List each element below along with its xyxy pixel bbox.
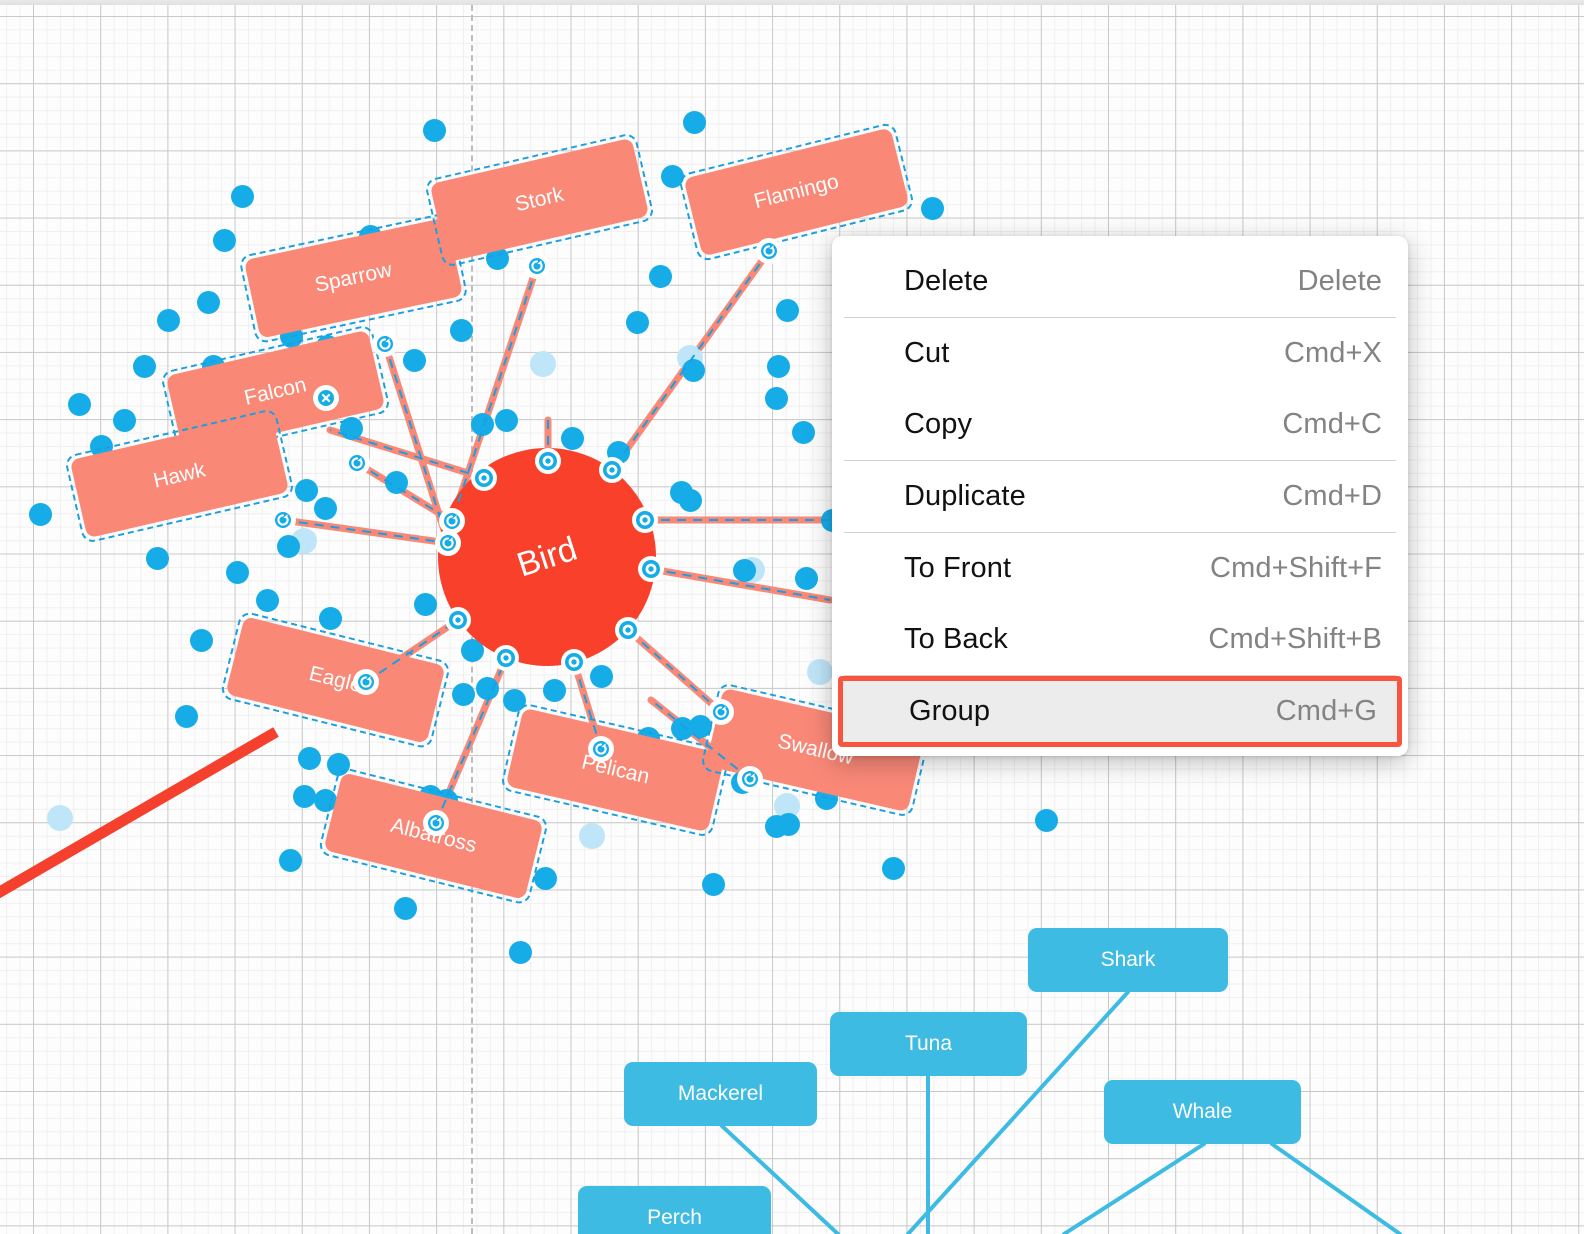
delete-handle[interactable] xyxy=(313,385,339,411)
anchor-handle[interactable] xyxy=(493,645,519,671)
rotate-handle[interactable] xyxy=(737,766,763,792)
menu-item-label: To Back xyxy=(904,623,1008,655)
rotate-handle[interactable] xyxy=(372,331,398,357)
menu-item-label: Group xyxy=(909,695,991,727)
graph-edge xyxy=(611,250,770,471)
rotate-handle[interactable] xyxy=(524,253,550,279)
rotate-handle[interactable] xyxy=(344,450,370,476)
menu-item-shortcut: Delete xyxy=(1297,265,1382,297)
anchor-handle[interactable] xyxy=(561,649,587,675)
menu-item-shortcut: Cmd+G xyxy=(1275,695,1377,727)
anchor-handle[interactable] xyxy=(599,457,625,483)
graph-edge xyxy=(435,657,507,824)
window-chrome-strip xyxy=(0,0,1584,5)
menu-item-shortcut: Cmd+Shift+F xyxy=(1210,552,1382,584)
menu-item-to-back[interactable]: To Back Cmd+Shift+B xyxy=(832,604,1408,675)
menu-item-cut[interactable]: Cut Cmd+X xyxy=(832,318,1408,389)
menu-item-copy[interactable]: Copy Cmd+C xyxy=(832,389,1408,460)
menu-item-shortcut: Cmd+C xyxy=(1282,408,1382,440)
graph-edge xyxy=(650,699,751,780)
graph-edge xyxy=(384,343,449,544)
rotate-handle[interactable] xyxy=(756,238,782,264)
anchor-handle[interactable] xyxy=(535,448,561,474)
menu-item-label: To Front xyxy=(904,552,1012,584)
menu-item-group[interactable]: Group Cmd+G xyxy=(838,676,1402,747)
menu-item-label: Delete xyxy=(904,265,989,297)
diagram-editor-app: Shark Tuna Mackerel Whale Perch Bird Sparrow S… xyxy=(0,0,1584,1234)
menu-item-shortcut: Cmd+D xyxy=(1282,480,1382,512)
anchor-handle[interactable] xyxy=(445,607,471,633)
rotate-handle[interactable] xyxy=(588,736,614,762)
menu-item-duplicate[interactable]: Duplicate Cmd+D xyxy=(832,461,1408,532)
canvas-context-menu[interactable]: Delete Delete Cut Cmd+X Copy Cmd+C Duplicate Cm… xyxy=(832,236,1408,756)
graph-edge xyxy=(365,619,459,683)
anchor-handle[interactable] xyxy=(471,465,497,491)
rotate-handle[interactable] xyxy=(353,669,379,695)
graph-edge xyxy=(627,629,722,713)
rotate-handle[interactable] xyxy=(435,530,461,556)
menu-item-shortcut: Cmd+Shift+B xyxy=(1208,623,1382,655)
menu-item-label: Cut xyxy=(904,337,950,369)
menu-item-shortcut: Cmd+X xyxy=(1283,337,1382,369)
anchor-handle[interactable] xyxy=(632,507,658,533)
menu-item-label: Copy xyxy=(904,408,973,440)
rotate-handle[interactable] xyxy=(270,507,296,533)
menu-item-to-front[interactable]: To Front Cmd+Shift+F xyxy=(832,533,1408,604)
rotate-handle[interactable] xyxy=(423,810,449,836)
anchor-handle[interactable] xyxy=(615,617,641,643)
menu-item-label: Duplicate xyxy=(904,480,1026,512)
anchor-handle[interactable] xyxy=(638,556,664,582)
graph-edge xyxy=(282,519,449,544)
menu-item-delete[interactable]: Delete Delete xyxy=(832,246,1408,317)
rotate-handle[interactable] xyxy=(708,699,734,725)
graph-edge xyxy=(650,568,831,601)
